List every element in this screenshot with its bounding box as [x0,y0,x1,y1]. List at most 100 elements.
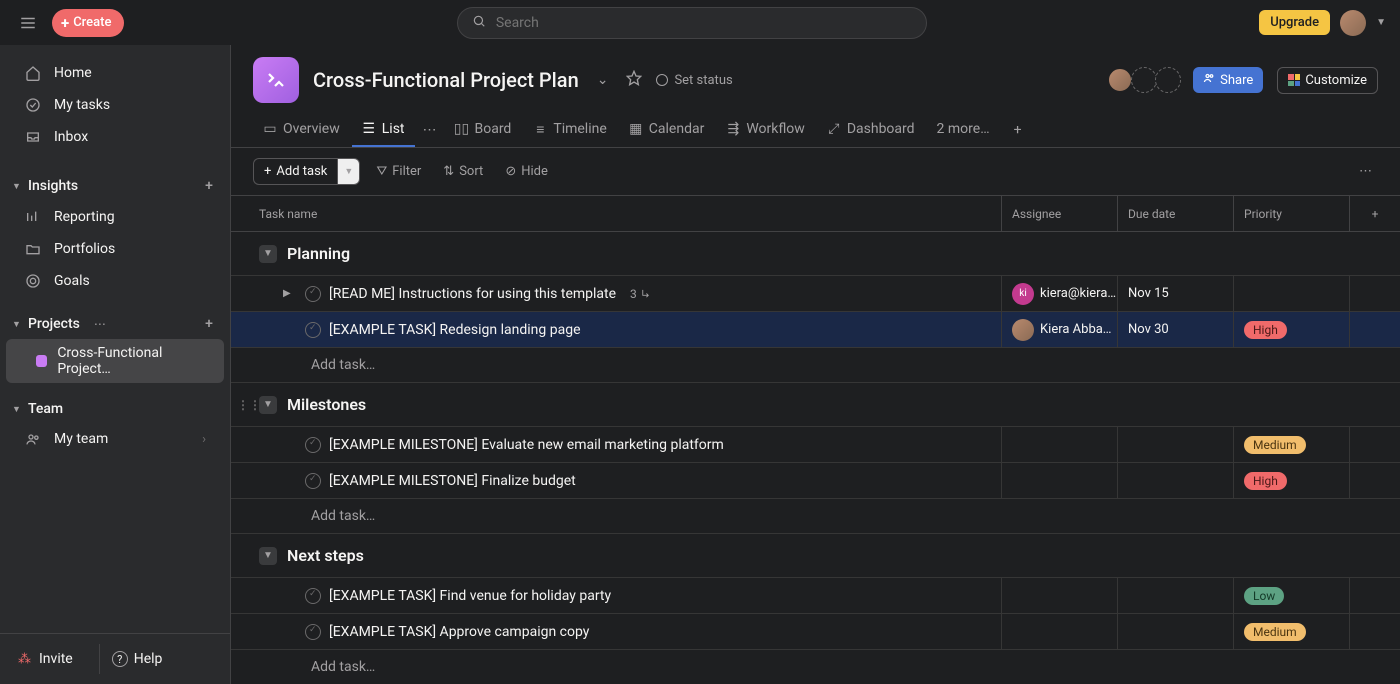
search-input[interactable] [496,15,912,31]
sidebar-project-item[interactable]: Cross-Functional Project… [6,339,224,383]
due-date-cell[interactable] [1118,614,1234,649]
filter-button[interactable]: ⛛Filter [370,160,427,183]
due-date-cell[interactable]: Nov 30 [1118,312,1234,347]
star-icon[interactable] [626,70,642,90]
help-icon: ? [112,651,128,667]
task-row[interactable]: [EXAMPLE TASK] Find venue for holiday pa… [231,577,1400,613]
tab-list-more-icon[interactable]: ⋯ [417,118,443,142]
sidebar-item-home[interactable]: Home [6,57,224,89]
invite-button[interactable]: ⁂ Invite [0,644,91,674]
task-row[interactable]: [EXAMPLE TASK] Redesign landing page Kie… [231,311,1400,347]
task-row[interactable]: [EXAMPLE MILESTONE] Finalize budget High [231,462,1400,498]
complete-checkbox[interactable] [305,286,321,302]
column-header-priority[interactable]: Priority [1234,196,1350,231]
assignee-cell[interactable] [1002,578,1118,613]
hamburger-menu-icon[interactable] [14,9,42,37]
sidebar-item-portfolios[interactable]: Portfolios [6,233,224,265]
priority-cell[interactable]: Medium [1234,427,1350,462]
column-header-name[interactable]: Task name [231,196,1002,231]
tab-overview[interactable]: ▭Overview [253,113,350,147]
complete-checkbox[interactable] [305,624,321,640]
create-button[interactable]: + Create [52,9,124,37]
goals-label: Goals [54,273,90,289]
sidebar-item-goals[interactable]: Goals [6,265,224,297]
assignee-cell[interactable] [1002,427,1118,462]
complete-checkbox[interactable] [305,473,321,489]
help-button[interactable]: ? Help [99,644,175,674]
customize-button[interactable]: Customize [1277,67,1378,94]
due-date-cell[interactable] [1118,578,1234,613]
add-task-button[interactable]: +Add task [253,158,337,185]
portfolios-label: Portfolios [54,241,115,257]
chevron-down-icon[interactable]: ▼ [1376,17,1386,28]
priority-cell[interactable]: Low [1234,578,1350,613]
sidebar-section-team[interactable]: ▼ Team [0,393,230,423]
collapse-icon[interactable]: ▼ [259,396,277,414]
search-input-container[interactable] [457,7,927,39]
sidebar-item-myteam[interactable]: My team › [6,423,224,455]
task-row[interactable]: [EXAMPLE MILESTONE] Evaluate new email m… [231,426,1400,462]
column-header-due[interactable]: Due date [1118,196,1234,231]
assignee-cell[interactable] [1002,463,1118,498]
share-button[interactable]: Share [1193,67,1263,93]
priority-cell[interactable]: High [1234,312,1350,347]
complete-checkbox[interactable] [305,588,321,604]
more-actions-button[interactable]: ⋯ [1353,160,1378,183]
assignee-cell[interactable]: Kiera Abba… [1002,312,1118,347]
upgrade-button[interactable]: Upgrade [1259,10,1330,35]
sidebar-section-insights[interactable]: ▼ Insights + [0,169,230,201]
collapse-icon[interactable]: ▼ [259,547,277,565]
tab-more[interactable]: 2 more… [927,113,1000,147]
expand-icon[interactable]: ▶ [283,288,297,299]
tab-board[interactable]: ▯▯Board [445,113,522,147]
task-row[interactable]: ▶ [READ ME] Instructions for using this … [231,275,1400,311]
hide-button[interactable]: ⊘Hide [499,160,554,183]
add-member-placeholder[interactable] [1131,67,1157,93]
assignee-avatar [1012,319,1034,341]
due-date-cell[interactable]: Nov 15 [1118,276,1234,311]
complete-checkbox[interactable] [305,437,321,453]
sidebar-item-reporting[interactable]: Reporting [6,201,224,233]
tab-dashboard[interactable]: ⤢Dashboard [817,113,925,147]
collapse-icon[interactable]: ▼ [259,245,277,263]
priority-cell[interactable]: High [1234,463,1350,498]
sidebar-item-mytasks[interactable]: My tasks [6,89,224,121]
more-icon[interactable]: ⋯ [94,317,106,331]
priority-cell[interactable]: Medium [1234,614,1350,649]
add-task-row[interactable]: Add task… [231,498,1400,534]
add-member-placeholder[interactable] [1155,67,1181,93]
user-avatar[interactable] [1340,10,1366,36]
section-header-nextsteps[interactable]: ▼ Next steps [231,534,1400,577]
tab-workflow[interactable]: ⇶Workflow [716,113,815,147]
sort-button[interactable]: ⇅Sort [437,160,489,183]
tab-calendar[interactable]: ▦Calendar [619,113,715,147]
add-column-button[interactable]: + [1350,196,1400,231]
target-icon [24,272,42,290]
add-task-row[interactable]: Add task… [231,649,1400,684]
due-date-cell[interactable] [1118,463,1234,498]
section-header-planning[interactable]: ▼ Planning [231,232,1400,275]
priority-cell[interactable] [1234,276,1350,311]
sidebar-item-inbox[interactable]: Inbox [6,121,224,153]
tab-list[interactable]: ☰List [352,113,415,147]
chevron-down-icon[interactable]: ⌄ [593,68,613,92]
task-row[interactable]: [EXAMPLE TASK] Approve campaign copy Med… [231,613,1400,649]
plus-icon[interactable]: + [200,177,218,195]
plus-icon[interactable]: + [200,315,218,333]
column-header-assignee[interactable]: Assignee [1002,196,1118,231]
due-date-cell[interactable] [1118,427,1234,462]
add-task-split-button[interactable]: ▼ [337,158,360,185]
add-task-row[interactable]: Add task… [231,347,1400,383]
sidebar-section-projects[interactable]: ▼ Projects ⋯ + [0,307,230,339]
tab-timeline[interactable]: ≡Timeline [523,113,616,147]
tab-label: Workflow [746,121,805,137]
section-header-milestones[interactable]: ⋮⋮ ▼ Milestones [231,383,1400,426]
add-tab-button[interactable]: + [1006,116,1030,144]
complete-checkbox[interactable] [305,322,321,338]
drag-handle-icon[interactable]: ⋮⋮ [237,398,261,412]
assignee-cell[interactable]: ki kiera@kiera… [1002,276,1118,311]
assignee-cell[interactable] [1002,614,1118,649]
tab-label: Timeline [553,121,606,137]
member-avatar[interactable] [1107,67,1133,93]
set-status-button[interactable]: Set status [656,73,732,88]
